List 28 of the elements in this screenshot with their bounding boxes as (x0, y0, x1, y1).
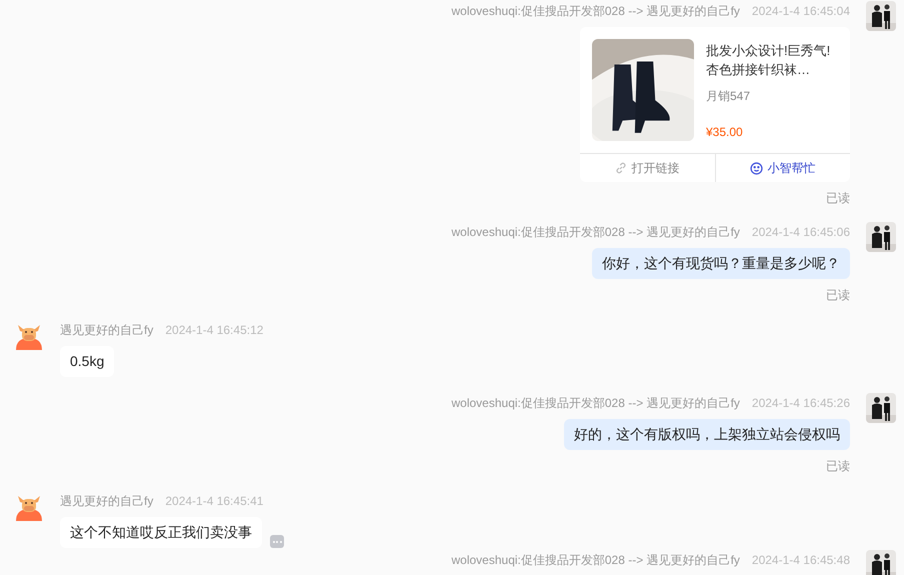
message-bubble: 你好，这个有现货吗？重量是多少呢？ (592, 248, 850, 279)
product-title: 批发小众设计!巨秀气!杏色拼接针织袜… (706, 42, 832, 79)
sender-name: 遇见更好的自己fy (60, 322, 154, 338)
sender-name: woloveshuqi:促佳搜品开发部028 --> 遇见更好的自己fy (452, 552, 740, 568)
message-bubble: 0.5kg (60, 346, 114, 377)
open-link-button[interactable]: 打开链接 (580, 154, 714, 182)
timestamp: 2024-1-4 16:45:12 (165, 322, 264, 338)
read-status: 已读 (826, 458, 850, 475)
read-status: 已读 (826, 190, 850, 207)
timestamp: 2024-1-4 16:45:26 (752, 395, 850, 411)
timestamp: 2024-1-4 16:45:06 (752, 224, 850, 240)
more-icon[interactable] (270, 535, 284, 548)
link-icon (615, 162, 628, 174)
timestamp: 2024-1-4 16:45:41 (165, 493, 264, 509)
sender-name: 遇见更好的自己fy (60, 493, 154, 509)
timestamp: 2024-1-4 16:45:04 (752, 3, 850, 19)
read-status: 已读 (826, 287, 850, 304)
sender-name: woloveshuqi:促佳搜品开发部028 --> 遇见更好的自己fy (452, 224, 740, 240)
message-bubble: 这个不知道哎反正我们卖没事 (60, 517, 262, 548)
sender-name: woloveshuqi:促佳搜品开发部028 --> 遇见更好的自己fy (452, 3, 740, 19)
product-price: ¥35.00 (706, 124, 744, 141)
assistant-button[interactable]: 小智帮忙 (714, 154, 850, 182)
message-bubble: 好的，这个有版权吗，上架独立站会侵权吗 (564, 419, 850, 450)
product-sales: 月销547 (706, 88, 752, 105)
timestamp: 2024-1-4 16:45:48 (752, 552, 850, 568)
smile-icon (750, 162, 764, 174)
sender-name: woloveshuqi:促佳搜品开发部028 --> 遇见更好的自己fy (452, 395, 740, 411)
product-card[interactable]: 批发小众设计!巨秀气!杏色拼接针织袜… 月销547 ¥35.00 打开链接 小智帮忙 (580, 27, 850, 182)
